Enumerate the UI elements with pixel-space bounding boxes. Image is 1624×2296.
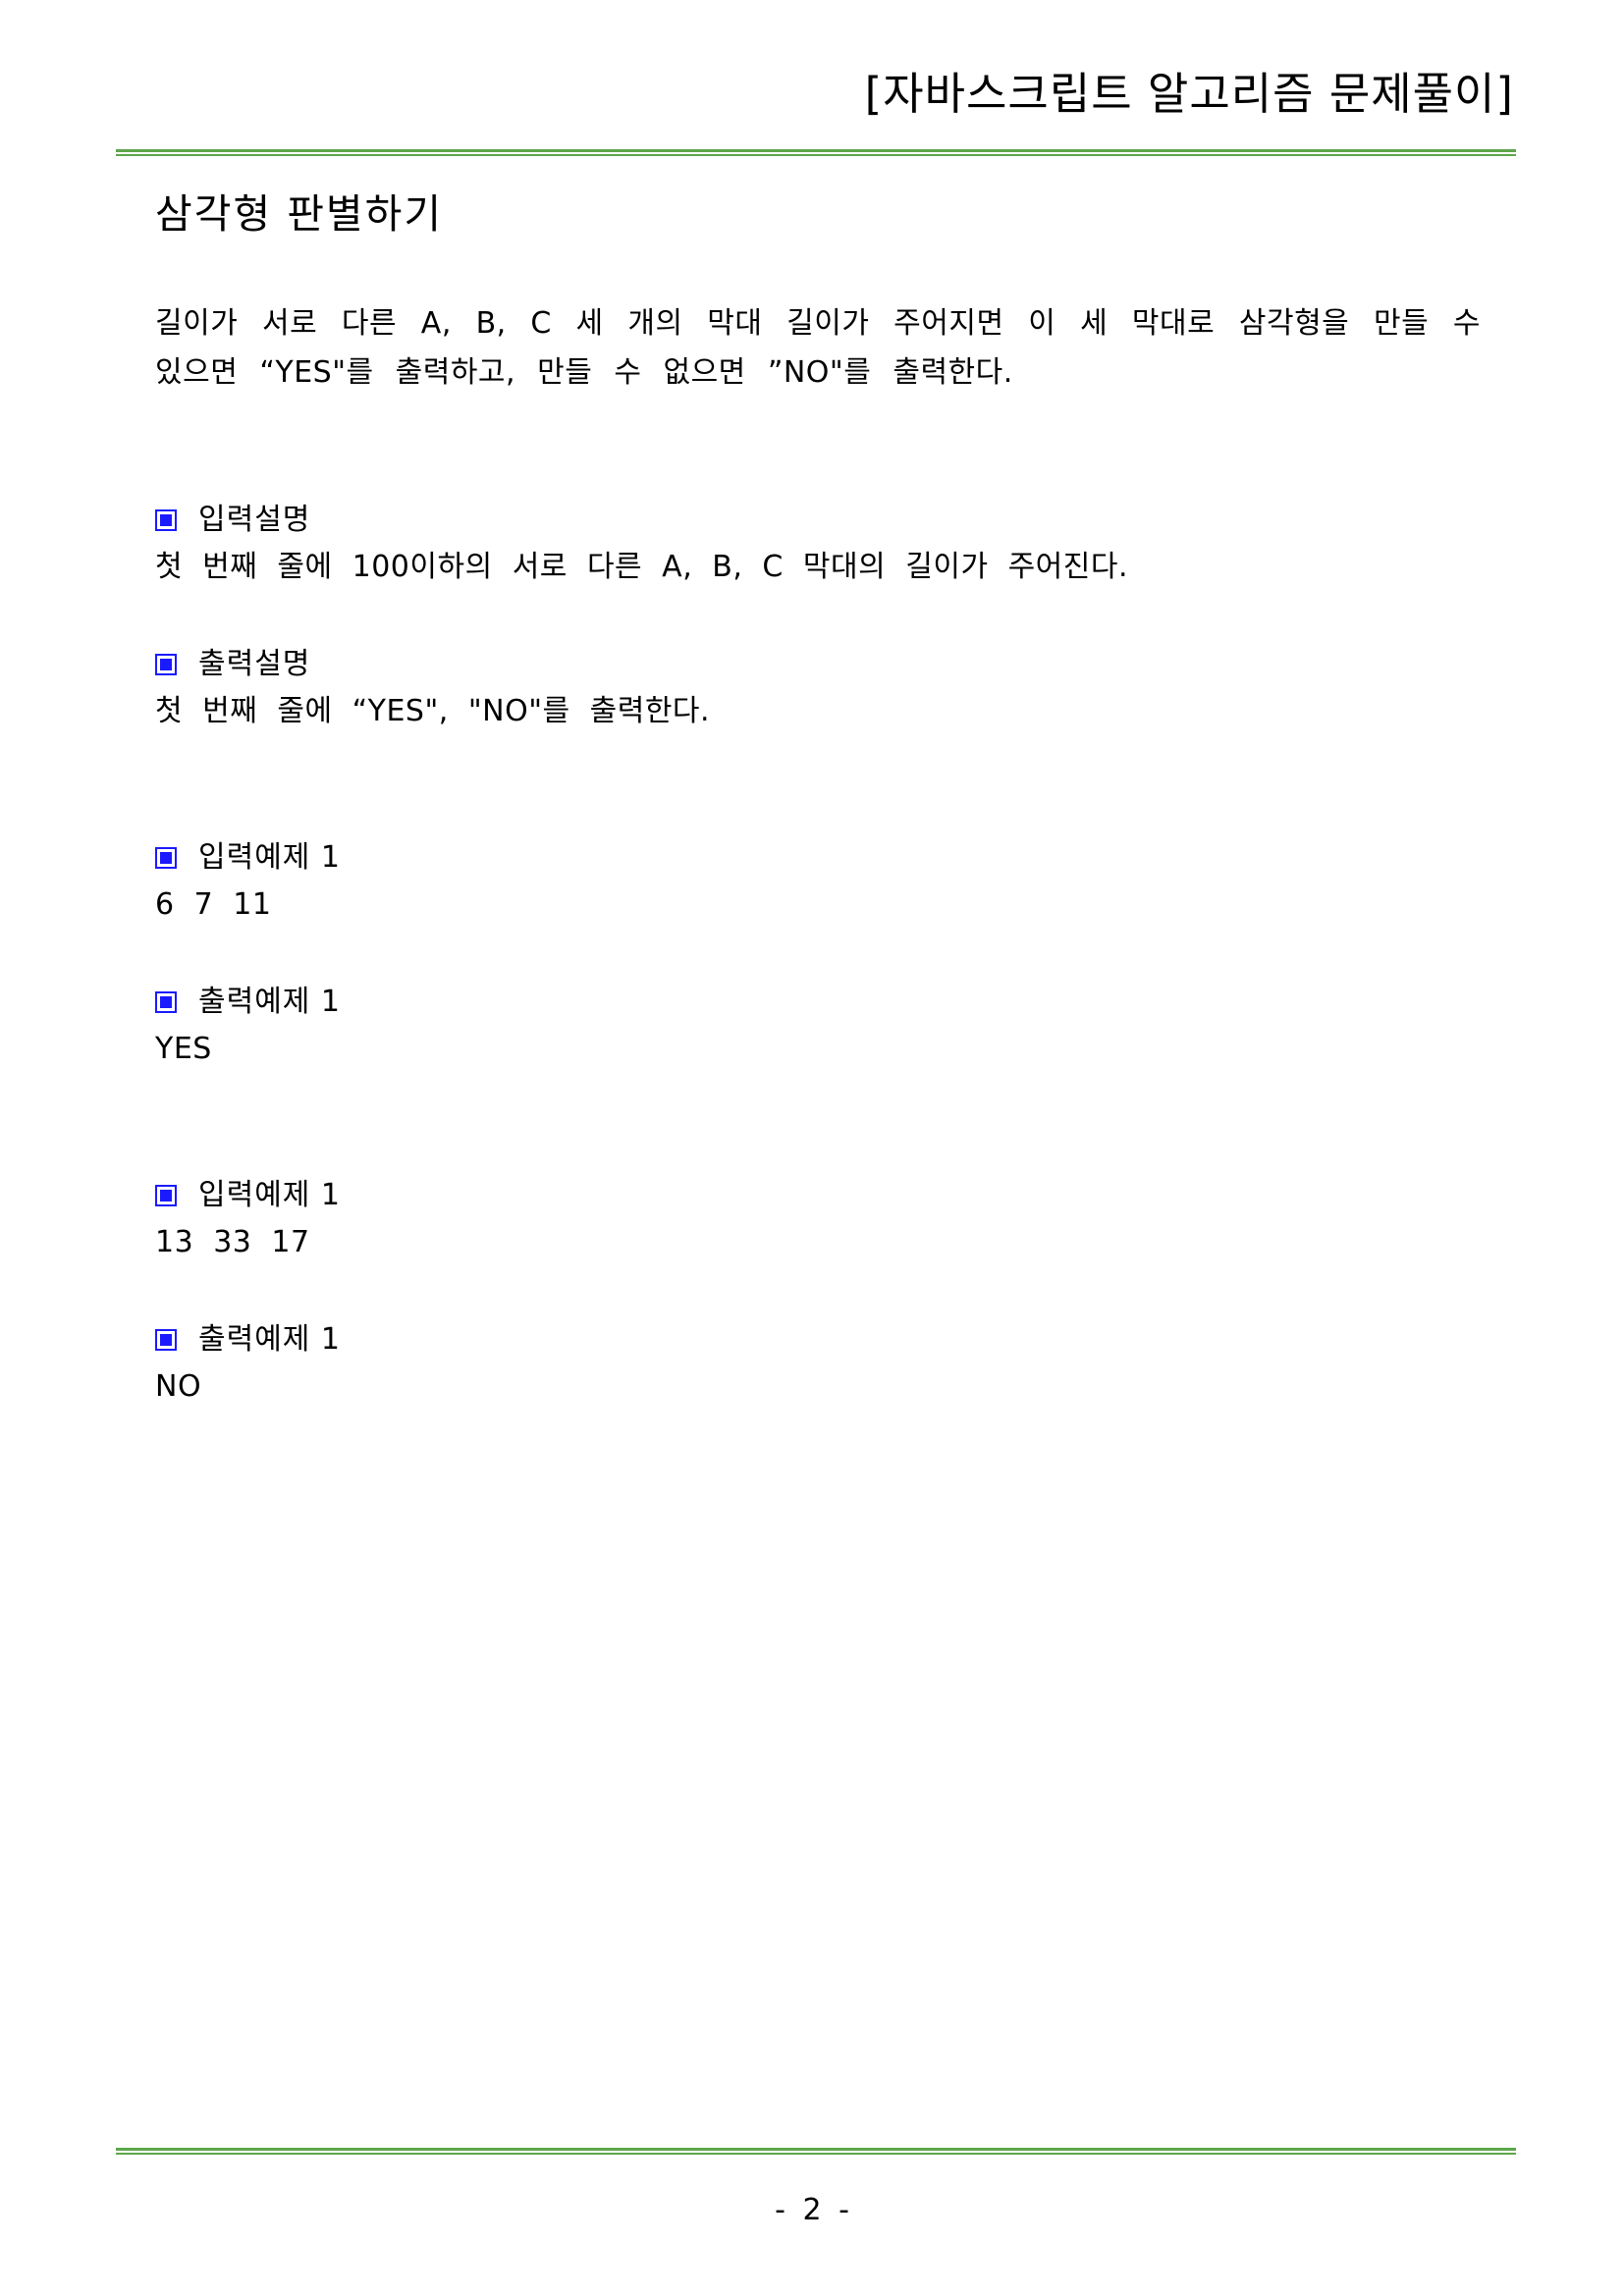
section-label-row: 입력예제 1	[155, 834, 1481, 881]
section-label-row: 출력예제 1	[155, 1316, 1481, 1363]
section-label: 출력예제 1	[198, 985, 342, 1019]
section-label: 입력예제 1	[198, 840, 342, 875]
section-label: 입력예제 1	[198, 1178, 342, 1212]
footer-divider-thick-line	[116, 2148, 1516, 2151]
section-label: 출력예제 1	[198, 1322, 342, 1357]
document-header-title: [자바스크립트 알고리즘 문제풀이]	[864, 68, 1514, 120]
header-divider-thin-line	[116, 154, 1516, 156]
section-label: 출력설명	[198, 647, 311, 681]
square-bullet-icon	[155, 1329, 177, 1351]
square-bullet-icon	[155, 1185, 177, 1206]
problem-description: 길이가 서로 다른 A, B, C 세 개의 막대 길이가 주어지면 이 세 막…	[155, 306, 1481, 390]
section-input-example-1: 입력예제 1 6 7 11	[155, 834, 1481, 929]
section-label-row: 출력설명	[155, 641, 1481, 688]
section-output-example-2: 출력예제 1 NO	[155, 1316, 1481, 1411]
section-input-description: 입력설명 첫 번째 줄에 100이하의 서로 다른 A, B, C 막대의 길이…	[155, 497, 1481, 591]
section-label-row: 출력예제 1	[155, 979, 1481, 1026]
section-text: NO	[155, 1369, 202, 1404]
header-divider-thick-line	[116, 149, 1516, 152]
square-bullet-icon	[155, 509, 177, 531]
section-output-description: 출력설명 첫 번째 줄에 “YES", "NO"를 출력한다.	[155, 641, 1481, 735]
square-bullet-icon	[155, 654, 177, 675]
section-label-row: 입력설명	[155, 497, 1481, 544]
footer-divider	[116, 2148, 1516, 2155]
section-label-row: 입력예제 1	[155, 1172, 1481, 1219]
footer-divider-thin-line	[116, 2153, 1516, 2155]
square-bullet-icon	[155, 847, 177, 869]
header-divider	[116, 149, 1516, 156]
section-text: 6 7 11	[155, 887, 272, 922]
section-output-example-1: 출력예제 1 YES	[155, 979, 1481, 1073]
problem-title: 삼각형 판별하기	[155, 190, 444, 238]
section-label: 입력설명	[198, 503, 311, 537]
page-number: - 2 -	[775, 2193, 849, 2227]
section-text: 첫 번째 줄에 100이하의 서로 다른 A, B, C 막대의 길이가 주어진…	[155, 550, 1129, 584]
section-text: YES	[155, 1032, 212, 1066]
square-bullet-icon	[155, 991, 177, 1013]
section-input-example-2: 입력예제 1 13 33 17	[155, 1172, 1481, 1266]
section-text: 첫 번째 줄에 “YES", "NO"를 출력한다.	[155, 694, 711, 728]
section-text: 13 33 17	[155, 1225, 310, 1259]
